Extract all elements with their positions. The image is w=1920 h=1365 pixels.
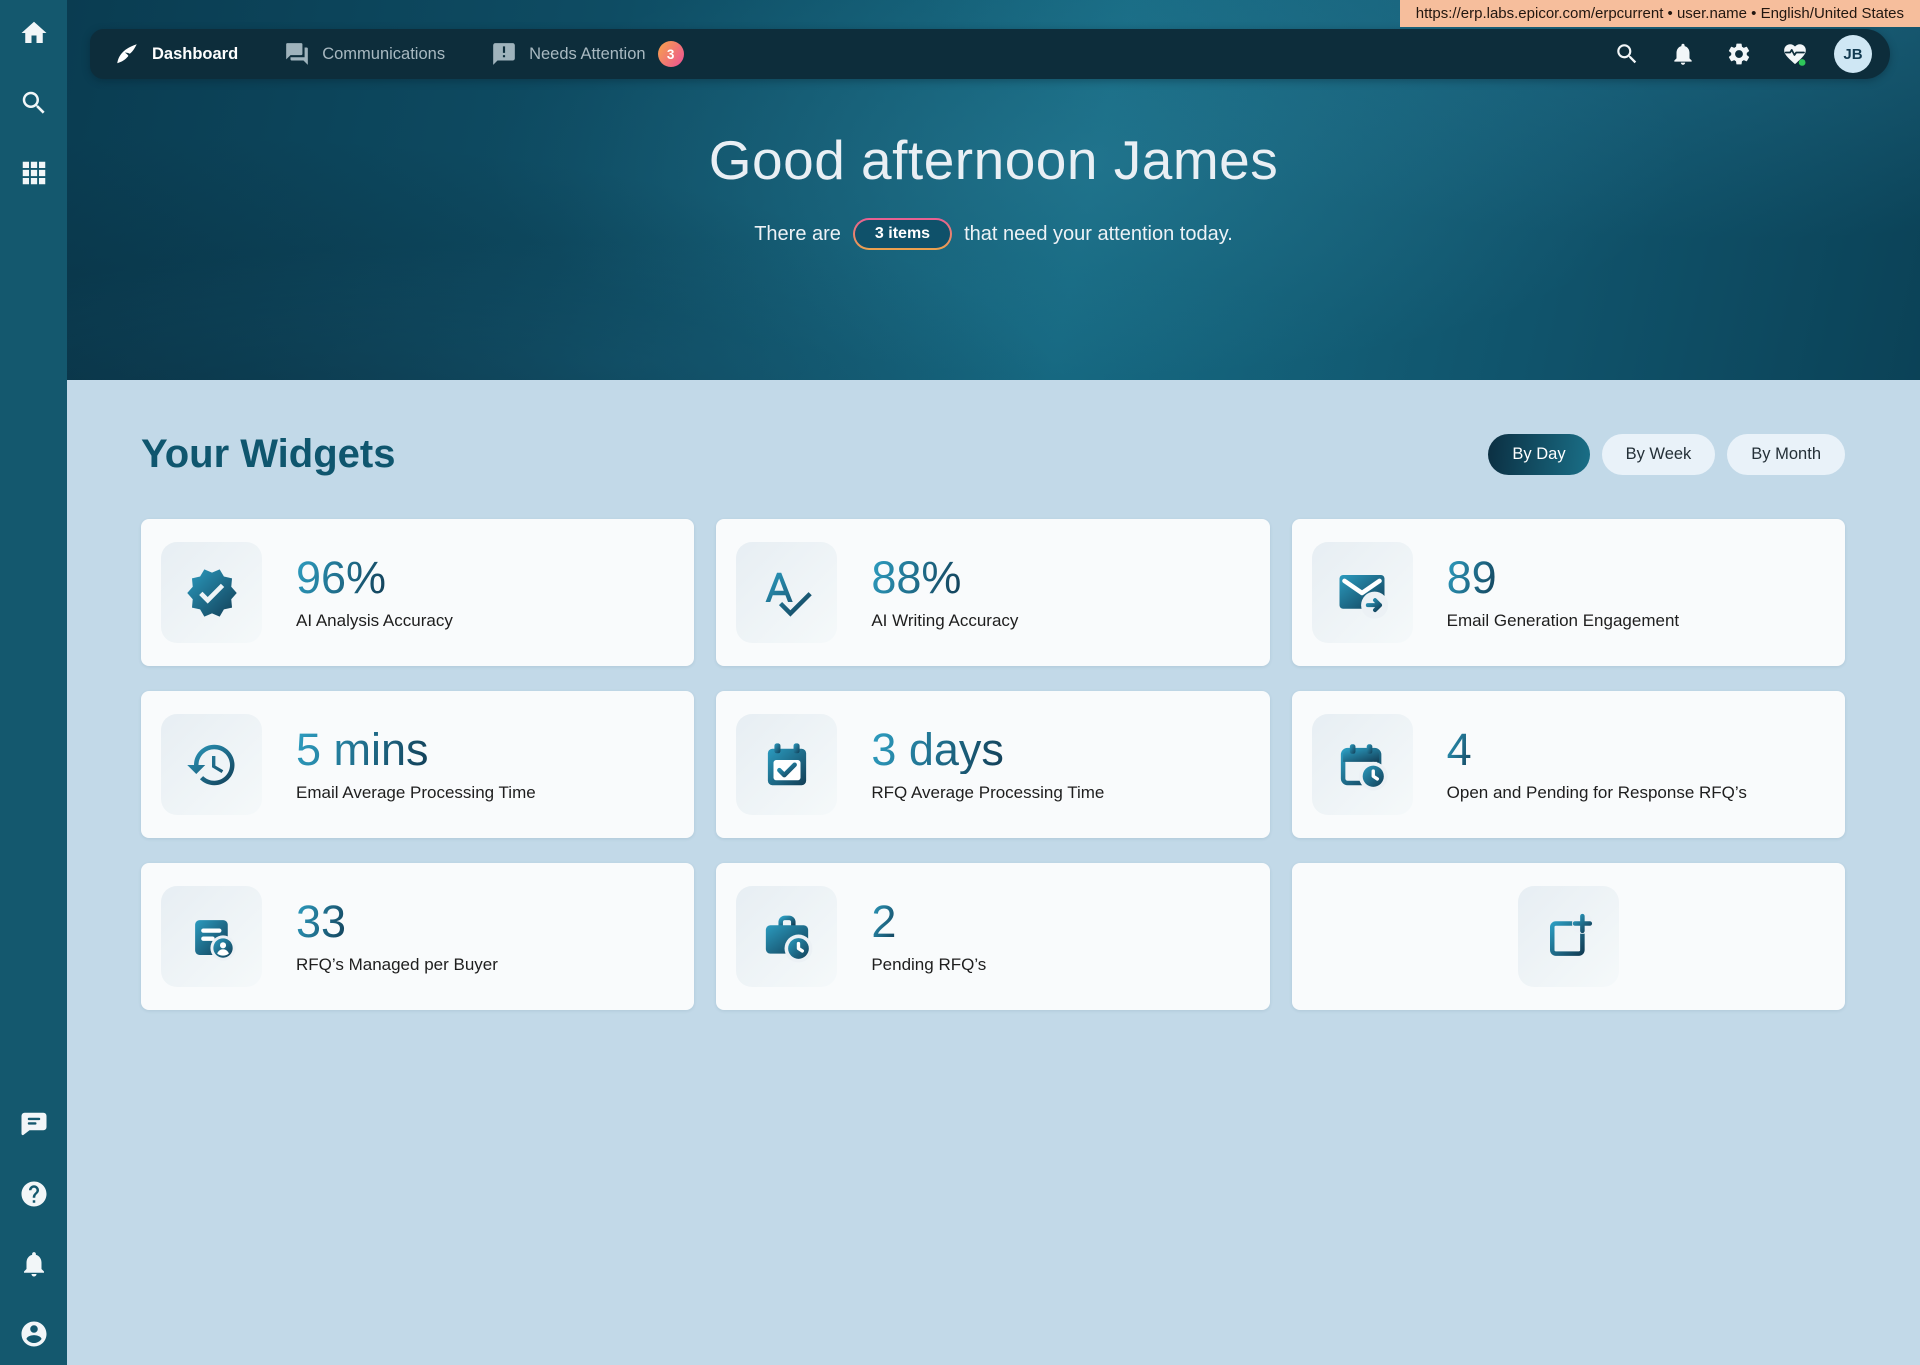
widget-value: 5 mins (296, 726, 429, 775)
widget-card-rfqs-per-buyer[interactable]: 33 RFQ’s Managed per Buyer (141, 863, 694, 1010)
nav-tab-needs-attention-label: Needs Attention (529, 45, 646, 64)
widget-value: 4 (1447, 726, 1472, 775)
browser-url-overlay: https://erp.labs.epicor.com/erpcurrent •… (1400, 0, 1920, 27)
sidebar-feedback-button[interactable] (17, 1107, 51, 1141)
add-widget-icon (1518, 886, 1619, 987)
widget-value: 33 (296, 898, 346, 947)
widget-value: 2 (871, 898, 896, 947)
user-avatar[interactable]: JB (1834, 35, 1872, 73)
nav-tab-dashboard-label: Dashboard (152, 45, 238, 64)
widget-value: 89 (1447, 554, 1497, 603)
widget-label: RFQ’s Managed per Buyer (296, 955, 498, 975)
widget-card-ai-writing-accuracy[interactable]: 88% AI Writing Accuracy (716, 519, 1269, 666)
widget-card-open-pending-rfqs[interactable]: 4 Open and Pending for Response RFQ’s (1292, 691, 1845, 838)
page-title: Your Widgets (141, 432, 395, 477)
notifications-icon (19, 1249, 49, 1279)
document-person-icon (161, 886, 262, 987)
account-icon (19, 1319, 49, 1349)
widget-label: Email Generation Engagement (1447, 611, 1679, 631)
sidebar-account-button[interactable] (17, 1317, 51, 1351)
sidebar-notifications-button[interactable] (17, 1247, 51, 1281)
widget-card-rfq-processing-time[interactable]: 3 days RFQ Average Processing Time (716, 691, 1269, 838)
status-green-dot (1799, 59, 1806, 66)
nav-settings-button[interactable] (1722, 37, 1756, 71)
widget-label: Email Average Processing Time (296, 783, 536, 803)
notifications-icon (1670, 41, 1696, 67)
sidebar-help-button[interactable] (17, 1177, 51, 1211)
sidebar-apps-button[interactable] (17, 156, 51, 190)
filter-by-day-button[interactable]: By Day (1488, 434, 1589, 475)
widget-label: AI Analysis Accuracy (296, 611, 453, 631)
search-icon (19, 88, 49, 118)
calendar-check-icon (736, 714, 837, 815)
widget-label: Pending RFQ’s (871, 955, 986, 975)
nav-tab-communications-label: Communications (322, 45, 445, 64)
add-widget-card[interactable] (1292, 863, 1845, 1010)
search-icon (1614, 41, 1640, 67)
email-forward-icon (1312, 542, 1413, 643)
chat-feedback-icon (19, 1109, 49, 1139)
nav-tab-needs-attention[interactable]: Needs Attention 3 (491, 41, 684, 67)
widget-grid: 96% AI Analysis Accuracy 88% AI Writing … (141, 519, 1845, 1010)
nav-search-button[interactable] (1610, 37, 1644, 71)
attention-summary-suffix: that need your attention today. (964, 223, 1233, 246)
calendar-clock-icon (1312, 714, 1413, 815)
sidebar-home-button[interactable] (17, 16, 51, 50)
history-clock-icon (161, 714, 262, 815)
nav-health-button[interactable] (1778, 37, 1812, 71)
help-icon (19, 1179, 49, 1209)
widget-value: 96% (296, 554, 386, 603)
nav-tab-communications[interactable]: Communications (284, 41, 445, 67)
attention-items-pill[interactable]: 3 items (853, 218, 952, 250)
needs-attention-count-badge: 3 (658, 41, 684, 67)
widget-label: Open and Pending for Response RFQ’s (1447, 783, 1747, 803)
announcement-icon (491, 41, 517, 67)
greeting-title: Good afternoon James (67, 128, 1920, 192)
sidebar-search-button[interactable] (17, 86, 51, 120)
top-navbar: Dashboard Communications Needs Attention… (90, 29, 1890, 79)
settings-gear-icon (1726, 41, 1752, 67)
epicor-logo (114, 41, 140, 67)
left-rail-bottom-group (17, 1107, 51, 1351)
apps-grid-icon (19, 158, 49, 188)
widget-card-pending-rfqs[interactable]: 2 Pending RFQ’s (716, 863, 1269, 1010)
nav-notifications-button[interactable] (1666, 37, 1700, 71)
filter-by-week-button[interactable]: By Week (1602, 434, 1716, 475)
nav-tab-dashboard[interactable]: Dashboard (114, 41, 238, 67)
widget-card-email-processing-time[interactable]: 5 mins Email Average Processing Time (141, 691, 694, 838)
health-pulse-icon (1782, 41, 1808, 67)
home-icon (19, 18, 49, 48)
widget-value: 88% (871, 554, 961, 603)
attention-summary-prefix: There are (754, 223, 841, 246)
attention-summary: There are 3 items that need your attenti… (67, 218, 1920, 250)
filter-by-month-button[interactable]: By Month (1727, 434, 1845, 475)
time-filter-group: By Day By Week By Month (1488, 434, 1845, 475)
spellcheck-icon (736, 542, 837, 643)
widget-card-email-generation[interactable]: 89 Email Generation Engagement (1292, 519, 1845, 666)
widget-label: AI Writing Accuracy (871, 611, 1018, 631)
widget-card-ai-analysis-accuracy[interactable]: 96% AI Analysis Accuracy (141, 519, 694, 666)
verified-badge-icon (161, 542, 262, 643)
forum-icon (284, 41, 310, 67)
briefcase-clock-icon (736, 886, 837, 987)
left-rail-top-group (17, 16, 51, 190)
widgets-section: Your Widgets By Day By Week By Month 96%… (67, 380, 1920, 1365)
widget-value: 3 days (871, 726, 1004, 775)
left-rail (0, 0, 67, 1365)
widget-label: RFQ Average Processing Time (871, 783, 1104, 803)
